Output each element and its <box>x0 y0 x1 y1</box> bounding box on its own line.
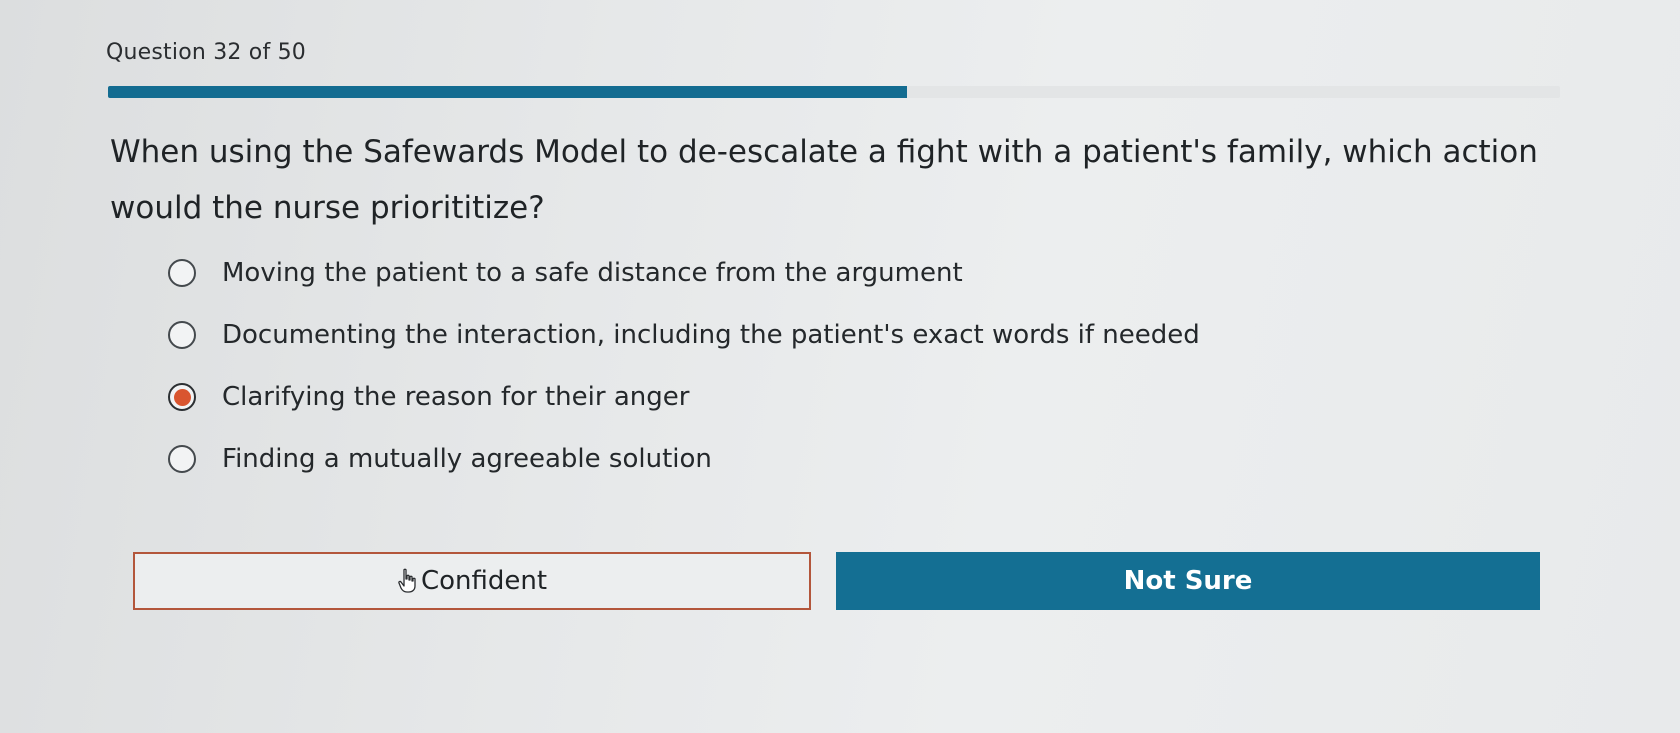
question-counter: Question 32 of 50 <box>106 40 306 65</box>
answer-option[interactable]: Clarifying the reason for their anger <box>168 366 1200 428</box>
hand-pointer-icon <box>398 568 416 593</box>
not-sure-button[interactable]: Not Sure <box>836 552 1540 610</box>
option-label: Moving the patient to a safe distance fr… <box>222 258 963 288</box>
answer-option[interactable]: Documenting the interaction, including t… <box>168 304 1200 366</box>
confident-button[interactable]: Confident <box>133 552 811 610</box>
option-label: Clarifying the reason for their anger <box>222 382 690 412</box>
option-label: Finding a mutually agreeable solution <box>222 444 712 474</box>
radio-button[interactable] <box>168 445 196 473</box>
confident-button-label: Confident <box>420 566 548 596</box>
progress-bar <box>108 86 1560 98</box>
option-label: Documenting the interaction, including t… <box>222 320 1200 350</box>
answer-option[interactable]: Moving the patient to a safe distance fr… <box>168 242 1200 304</box>
answer-option[interactable]: Finding a mutually agreeable solution <box>168 428 1200 490</box>
radio-dot <box>173 388 191 406</box>
not-sure-button-label: Not Sure <box>1123 566 1253 596</box>
radio-button[interactable] <box>168 321 196 349</box>
answer-options: Moving the patient to a safe distance fr… <box>168 242 1200 490</box>
radio-button[interactable] <box>168 259 196 287</box>
progress-bar-fill <box>108 86 907 98</box>
radio-button[interactable] <box>168 383 196 411</box>
question-text: When using the Safewards Model to de-esc… <box>110 134 1538 226</box>
